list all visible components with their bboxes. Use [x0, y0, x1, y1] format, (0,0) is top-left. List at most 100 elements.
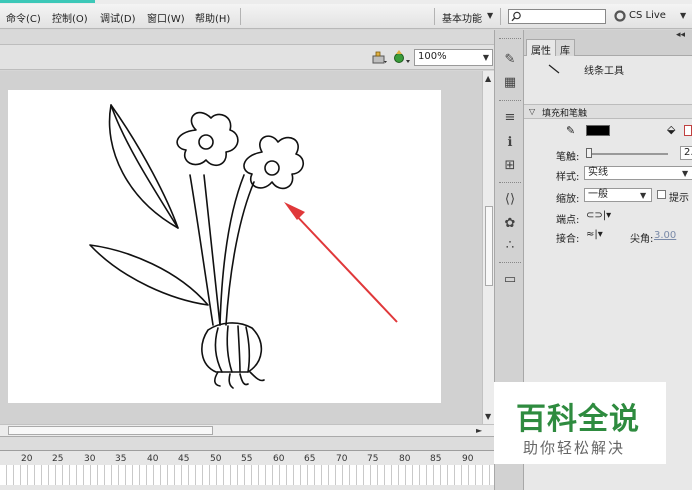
help-search-input[interactable] — [508, 9, 606, 24]
drag-grip[interactable] — [499, 100, 521, 102]
tab-library[interactable]: 库 — [555, 39, 575, 57]
drag-grip[interactable] — [499, 182, 521, 184]
section-title: 填充和笔触 — [542, 109, 588, 119]
chevron-down-icon[interactable]: ▼ — [682, 169, 688, 178]
timeline-ruler[interactable]: 20 25 30 35 40 45 50 55 60 65 70 75 80 8… — [0, 450, 494, 490]
collapse-icon[interactable]: ◂◂ — [676, 30, 685, 40]
watermark-logo: 百科全说 助你轻松解决 — [494, 382, 666, 464]
menu-command[interactable]: 命令(C) — [6, 10, 41, 25]
stroke-label: 笔触: — [556, 152, 580, 163]
frame-label: 25 — [52, 454, 64, 464]
cap-style-select[interactable]: ⊂⊃|▾ — [586, 210, 611, 221]
chevron-down-icon[interactable]: ▽ — [529, 107, 535, 116]
edit-scene-icon[interactable] — [372, 51, 388, 65]
chevron-down-icon: ▼ — [482, 53, 489, 62]
stroke-slider-handle[interactable] — [586, 148, 592, 158]
cs-live-icon[interactable] — [614, 10, 626, 22]
paint-bucket-icon[interactable]: ⬙ — [667, 123, 675, 136]
components-icon[interactable]: ✿ — [502, 216, 518, 232]
chevron-down-icon[interactable]: ▼ — [485, 412, 491, 421]
chevron-down-icon[interactable]: ▼ — [640, 191, 646, 200]
drag-grip[interactable] — [499, 38, 521, 40]
drag-grip[interactable] — [499, 262, 521, 264]
menu-separator — [240, 8, 241, 25]
miter-value[interactable]: 3.00 — [654, 230, 676, 241]
code-snippets-icon[interactable]: ⟨⟩ — [502, 192, 518, 208]
scale-value: 一般 — [588, 189, 608, 200]
menu-separator — [434, 8, 435, 25]
menu-debug[interactable]: 调试(D) — [100, 10, 136, 25]
frame-label: 45 — [178, 454, 190, 464]
chevron-right-icon[interactable]: ► — [476, 426, 482, 435]
chevron-up-icon[interactable]: ▲ — [485, 74, 491, 83]
transform-icon[interactable]: ⊞ — [502, 158, 518, 174]
motion-presets-icon[interactable]: ∴ — [502, 238, 518, 254]
cap-label: 端点: — [556, 215, 580, 226]
vertical-scrollbar[interactable]: ▲ ▼ — [482, 71, 494, 424]
stroke-color-swatch[interactable] — [586, 125, 610, 136]
hint-checkbox[interactable] — [657, 190, 666, 199]
scene-icon[interactable]: ▭ — [502, 272, 518, 288]
zoom-select[interactable]: 100% ▼ — [414, 49, 493, 66]
hint-label: 提示 — [669, 193, 689, 204]
horizontal-scrollbar[interactable]: ► — [0, 424, 494, 436]
panel-tab-bar: 属性 库 ◂◂ — [524, 30, 692, 57]
menu-separator — [500, 8, 501, 25]
stage-canvas[interactable] — [8, 90, 441, 403]
frames-strip[interactable] — [0, 465, 494, 485]
frame-label: 40 — [147, 454, 159, 464]
accent-line — [0, 0, 95, 3]
style-label: 样式: — [556, 172, 580, 183]
swatches-icon[interactable]: ▦ — [502, 75, 518, 91]
edit-bar: 100% ▼ — [0, 45, 494, 70]
frame-label: 35 — [115, 454, 127, 464]
tool-name: 线条工具 — [584, 66, 624, 77]
pencil-icon: ✎ — [566, 124, 576, 137]
cs-live-label[interactable]: CS Live — [629, 10, 666, 21]
style-value: 实线 — [588, 167, 608, 178]
scrollbar-thumb[interactable] — [8, 426, 213, 435]
scale-label: 缩放: — [556, 194, 580, 205]
chevron-down-icon[interactable]: ▼ — [487, 11, 493, 20]
search-icon — [511, 11, 521, 22]
frame-label: 90 — [462, 454, 474, 464]
watermark-subtitle: 助你轻松解决 — [523, 439, 626, 457]
frame-label: 70 — [336, 454, 348, 464]
workspace-switcher[interactable]: 基本功能 — [442, 10, 482, 25]
menu-bar: 命令(C) 控制(O) 调试(D) 窗口(W) 帮助(H) 基本功能 ▼ CS … — [0, 4, 692, 29]
zoom-value: 100% — [418, 51, 447, 62]
document-tab-bar — [0, 30, 494, 45]
fill-color-swatch[interactable] — [684, 125, 692, 136]
fill-stroke-section-header[interactable]: ▽ 填充和笔触 — [524, 104, 692, 119]
menu-help[interactable]: 帮助(H) — [195, 10, 230, 25]
info-icon[interactable]: ℹ — [502, 135, 518, 151]
stroke-slider-track[interactable] — [586, 153, 668, 155]
stage-pasteboard[interactable] — [0, 71, 482, 424]
scrollbar-thumb[interactable] — [485, 206, 493, 286]
frame-label: 50 — [210, 454, 222, 464]
join-label: 接合: — [556, 234, 580, 245]
line-tool-icon — [548, 64, 560, 74]
miter-label: 尖角: — [630, 234, 654, 245]
frame-label: 60 — [273, 454, 285, 464]
frame-label: 30 — [84, 454, 96, 464]
chevron-down-icon[interactable]: ▼ — [680, 11, 686, 20]
menu-window[interactable]: 窗口(W) — [147, 10, 185, 25]
frame-label: 75 — [367, 454, 379, 464]
join-style-select[interactable]: ≈|▾ — [586, 229, 603, 240]
frame-label: 20 — [21, 454, 33, 464]
flower-drawing — [89, 104, 398, 389]
color-panel-icon[interactable]: ✎ — [502, 52, 518, 68]
timeline-header — [0, 436, 494, 450]
align-icon[interactable]: ≡ — [502, 110, 518, 126]
frame-label: 85 — [430, 454, 442, 464]
frame-label: 55 — [241, 454, 253, 464]
tab-properties[interactable]: 属性 — [526, 39, 556, 57]
watermark-title: 百科全说 — [516, 402, 640, 437]
style-select[interactable]: 实线 — [584, 166, 692, 180]
frame-label: 80 — [399, 454, 411, 464]
frame-label: 65 — [304, 454, 316, 464]
edit-symbol-icon[interactable] — [393, 50, 411, 65]
menu-control[interactable]: 控制(O) — [52, 10, 88, 25]
stroke-width-input[interactable]: 2. — [680, 146, 692, 160]
